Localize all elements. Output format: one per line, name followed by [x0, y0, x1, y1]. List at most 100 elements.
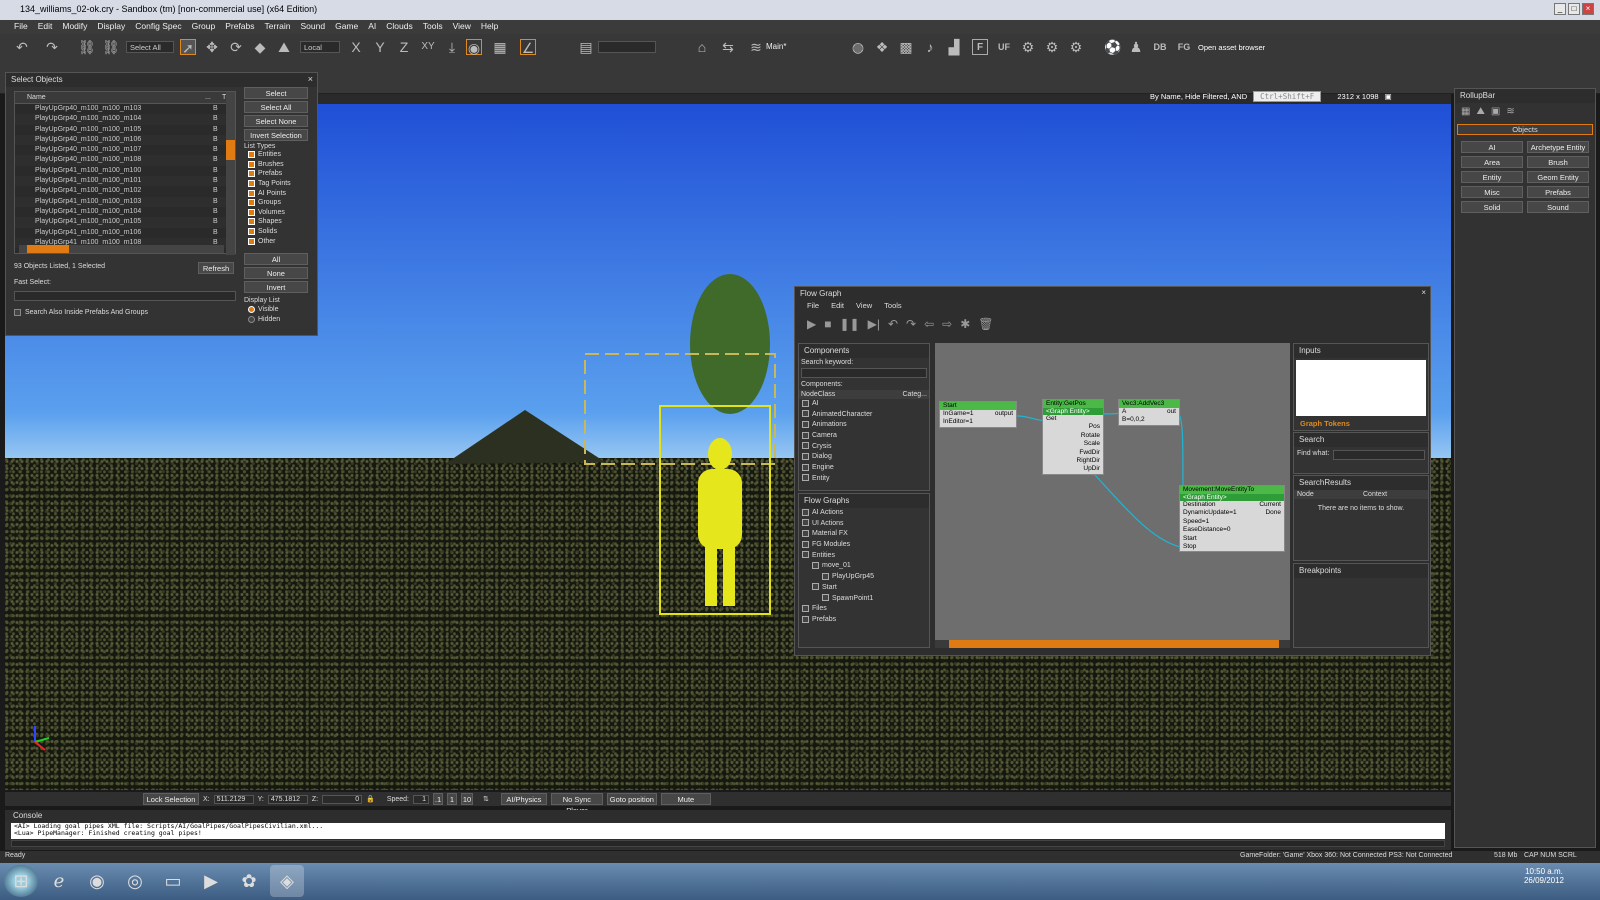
a-port[interactable]: A: [1122, 408, 1126, 415]
axis-xy-button[interactable]: XY: [420, 39, 436, 55]
physics-toggle-icon[interactable]: ⇅: [483, 795, 489, 803]
nodeclass-column[interactable]: NodeClass: [801, 391, 835, 398]
component-item[interactable]: AI: [802, 399, 929, 410]
menu-help[interactable]: Help: [481, 21, 498, 33]
object-row[interactable]: PlayUpGrp40_m100_m100_m106 B: [15, 134, 235, 146]
getpos-out-port[interactable]: Pos: [1043, 423, 1103, 431]
graph-item[interactable]: SpawnPoint1: [802, 594, 929, 605]
flow-graph-canvas[interactable]: Start InGame=1 output InEditor=1 Entity:G…: [935, 343, 1290, 648]
axis-x-button[interactable]: X: [348, 39, 364, 55]
chrome-icon[interactable]: ◎: [118, 865, 152, 897]
menu-file[interactable]: File: [14, 21, 28, 33]
no-sync-player-button[interactable]: No Sync Player: [550, 793, 603, 815]
menu-group[interactable]: Group: [192, 21, 216, 33]
ineditor-port[interactable]: InEditor=1: [940, 418, 1016, 426]
object-row[interactable]: PlayUpGrp41_m100_m100_m104 B: [15, 207, 235, 217]
getpos-out-port[interactable]: RightDir: [1043, 457, 1103, 465]
gear-icon[interactable]: ⚙: [1020, 39, 1036, 55]
list-type-other-checkbox[interactable]: Other: [248, 236, 308, 246]
move-port[interactable]: Speed=1: [1180, 518, 1284, 526]
fg-button[interactable]: FG: [1176, 39, 1192, 55]
rollup-sound-button[interactable]: Sound: [1527, 201, 1589, 213]
rollup-prefabs-button[interactable]: Prefabs: [1527, 186, 1589, 198]
component-item[interactable]: Engine: [802, 463, 929, 474]
ie-icon[interactable]: ℯ: [42, 865, 76, 897]
moveentity-node[interactable]: Movement:MoveEntityTo <Graph Entity> Des…: [1179, 485, 1285, 553]
select-tool-icon[interactable]: ➚: [180, 39, 196, 56]
menu-modify[interactable]: Modify: [62, 21, 87, 33]
menu-tools[interactable]: Tools: [423, 21, 443, 33]
select-button[interactable]: Select: [244, 87, 308, 99]
rollup-brush-button[interactable]: Brush: [1527, 156, 1589, 168]
menu-clouds[interactable]: Clouds: [386, 21, 412, 33]
fg-menu-view[interactable]: View: [856, 301, 872, 313]
unlink-icon[interactable]: ⛓: [102, 39, 120, 55]
getpos-out-port[interactable]: Rotate: [1043, 432, 1103, 440]
graph-item[interactable]: FG Modules: [802, 540, 929, 551]
rollup-entity-button[interactable]: Entity: [1461, 171, 1523, 183]
getpos-out-port[interactable]: UpDir: [1043, 465, 1103, 473]
graph-item[interactable]: Files: [802, 604, 929, 615]
menu-display[interactable]: Display: [97, 21, 125, 33]
layers-tab-icon[interactable]: ≋: [1506, 106, 1514, 117]
move-port[interactable]: DynamicUpdate=1 Done: [1180, 509, 1284, 517]
component-search-input[interactable]: [801, 368, 927, 378]
terrain-tool-icon[interactable]: ⛰: [276, 39, 292, 55]
menu-sound[interactable]: Sound: [301, 21, 326, 33]
component-item[interactable]: Crysis: [802, 442, 929, 453]
column-name[interactable]: Name: [27, 94, 46, 101]
move-port[interactable]: Start: [1180, 535, 1284, 543]
move-port[interactable]: Destination Current: [1180, 501, 1284, 509]
find-what-input[interactable]: [1333, 450, 1425, 460]
grid-icon[interactable]: ▦: [492, 39, 508, 55]
back-icon[interactable]: ⇦: [924, 317, 934, 333]
uf-button[interactable]: UF: [996, 39, 1012, 55]
component-item[interactable]: Camera: [802, 431, 929, 442]
lock-icon[interactable]: 🔒: [366, 795, 375, 803]
viewport-search-input[interactable]: Ctrl+Shift+F: [1253, 90, 1322, 102]
goto-position-button[interactable]: Goto position: [606, 793, 657, 805]
display-visible-radio[interactable]: Visible: [244, 304, 308, 314]
component-item[interactable]: AnimatedCharacter: [802, 410, 929, 421]
close-button[interactable]: ×: [1582, 3, 1594, 15]
settings-icon[interactable]: ⚙: [1044, 39, 1060, 55]
display-tab-icon[interactable]: ▣: [1491, 106, 1500, 117]
addvec3-node[interactable]: Vec3:AddVec3 Aout B=0,0,2: [1118, 399, 1180, 426]
app-icon[interactable]: ✿: [232, 865, 266, 897]
get-port[interactable]: Get: [1043, 415, 1103, 423]
horizontal-scrollbar[interactable]: [19, 245, 224, 253]
terrain-tab-icon[interactable]: ⛰: [1476, 106, 1484, 117]
object-row[interactable]: PlayUpGrp40_m100_m100_m104 B: [15, 114, 235, 125]
menu-edit[interactable]: Edit: [38, 21, 53, 33]
object-row[interactable]: PlayUpGrp40_m100_m100_m108 B: [15, 155, 235, 166]
f-button[interactable]: F: [972, 39, 988, 55]
list-type-volumes-checkbox[interactable]: Volumes: [248, 208, 308, 218]
link-icon[interactable]: ⛓: [78, 39, 96, 55]
rollup-area-button[interactable]: Area: [1461, 156, 1523, 168]
asset-browser-button[interactable]: Open asset browser: [1198, 43, 1265, 52]
output-port[interactable]: output: [995, 410, 1013, 418]
debug-icon[interactable]: ✱: [960, 317, 970, 333]
menu-ai[interactable]: AI: [368, 21, 376, 33]
z-field[interactable]: 0: [322, 794, 363, 804]
rotate-tool-icon[interactable]: ⟳: [228, 39, 244, 55]
column-dots[interactable]: ...: [205, 94, 211, 101]
move-tool-icon[interactable]: ✥: [204, 39, 220, 55]
graph-tokens-label[interactable]: Graph Tokens: [1294, 418, 1428, 429]
rollup-archetype-entity-button[interactable]: Archetype Entity: [1527, 141, 1589, 153]
category-column[interactable]: Categ...: [902, 391, 927, 398]
display-hidden-radio[interactable]: Hidden: [244, 314, 308, 324]
fg-menu-file[interactable]: File: [807, 301, 819, 313]
object-row[interactable]: PlayUpGrp41_m100_m100_m101 B: [15, 176, 235, 187]
explorer-icon[interactable]: ▭: [156, 865, 190, 897]
database-icon[interactable]: ❖: [874, 39, 890, 55]
console-input[interactable]: [11, 840, 1445, 847]
object-row[interactable]: PlayUpGrp41_m100_m100_m102 B: [15, 186, 235, 196]
layer-dropdown[interactable]: [598, 41, 656, 53]
media-player-icon[interactable]: ▶: [194, 865, 228, 897]
sandbox-taskbar-icon[interactable]: ◈: [270, 865, 304, 897]
graph-item[interactable]: UI Actions: [802, 519, 929, 530]
list-type-shapes-checkbox[interactable]: Shapes: [248, 217, 308, 227]
minimize-button[interactable]: _: [1554, 3, 1566, 15]
speed-1-button[interactable]: 1: [447, 793, 457, 805]
